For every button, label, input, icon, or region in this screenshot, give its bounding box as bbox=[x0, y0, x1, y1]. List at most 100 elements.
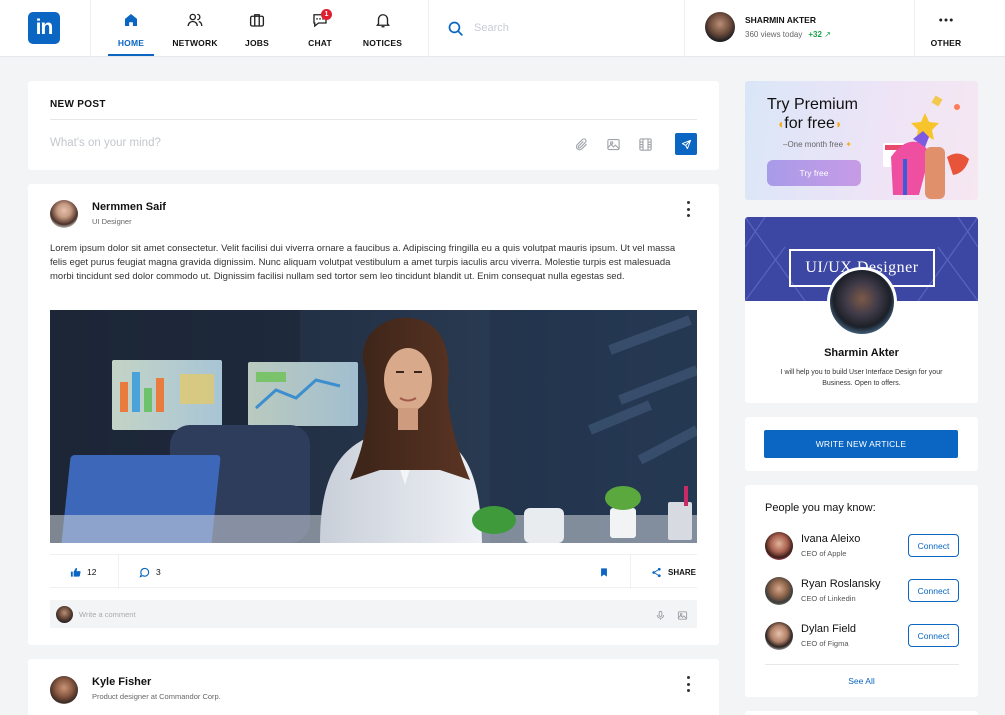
list-item: Ivana Aleixo CEO of Apple Connect bbox=[765, 531, 959, 561]
premium-subtitle: –One month free ✦ bbox=[783, 140, 852, 149]
post-author-name[interactable]: Kyle Fisher bbox=[92, 676, 221, 688]
nav-home[interactable]: HOME bbox=[108, 0, 154, 57]
post-author-role: Product designer at Commandor Corp. bbox=[92, 692, 221, 701]
list-item: Ryan Roslansky CEO of Linkedin Connect bbox=[765, 576, 959, 606]
post-card: Nermmen Saif UI Designer Lorem ipsum dol… bbox=[28, 184, 719, 645]
comment-button[interactable]: 3 bbox=[139, 555, 161, 589]
nav-other[interactable]: OTHER bbox=[930, 0, 962, 57]
person-name[interactable]: Dylan Field bbox=[801, 623, 856, 635]
comment-icon bbox=[139, 567, 150, 578]
post-author-avatar[interactable] bbox=[50, 676, 78, 704]
person-avatar[interactable] bbox=[765, 577, 793, 605]
connect-button[interactable]: Connect bbox=[908, 579, 959, 602]
more-horizontal-icon bbox=[939, 18, 953, 22]
profile-name[interactable]: Sharmin Akter bbox=[745, 347, 978, 359]
chat-badge: 1 bbox=[321, 9, 332, 20]
save-button[interactable] bbox=[599, 555, 609, 589]
nav-jobs[interactable]: JOBS bbox=[240, 0, 274, 57]
image-icon bbox=[606, 138, 620, 150]
divider bbox=[50, 119, 697, 120]
premium-illustration bbox=[883, 95, 969, 199]
views-text: 360 views today bbox=[745, 30, 803, 39]
divider bbox=[765, 664, 959, 665]
write-new-article-button[interactable]: WRITE NEW ARTICLE bbox=[764, 430, 958, 458]
post-body-text: Lorem ipsum dolor sit amet consectetur. … bbox=[50, 243, 676, 282]
commenter-avatar bbox=[56, 605, 73, 623]
new-post-input[interactable] bbox=[50, 137, 450, 149]
bookmark-icon bbox=[601, 567, 607, 577]
nav-network[interactable]: NETWORK bbox=[172, 0, 218, 57]
nav-chat-label: CHAT bbox=[308, 38, 332, 48]
premium-title-line2: for free bbox=[784, 115, 835, 132]
connect-button[interactable]: Connect bbox=[908, 624, 959, 647]
new-post-card: NEW POST bbox=[28, 81, 719, 170]
sparkle-icon: ✦ bbox=[845, 140, 852, 149]
user-avatar[interactable] bbox=[705, 12, 735, 42]
person-name[interactable]: Ryan Roslansky bbox=[801, 578, 880, 590]
search-icon[interactable] bbox=[447, 20, 464, 37]
like-count: 12 bbox=[87, 567, 97, 577]
nav-network-label: NETWORK bbox=[172, 38, 218, 48]
post-author: Kyle Fisher Product designer at Commando… bbox=[92, 676, 221, 701]
person-role: CEO of Figma bbox=[801, 639, 849, 648]
divider bbox=[428, 0, 429, 57]
send-post-button[interactable] bbox=[675, 133, 697, 155]
paperclip-icon bbox=[575, 137, 587, 150]
post-author: Nermmen Saif UI Designer bbox=[92, 201, 166, 226]
post-image[interactable] bbox=[50, 310, 697, 543]
comment-input[interactable] bbox=[79, 609, 599, 619]
moon-icon: ◗ bbox=[834, 117, 843, 131]
nav-home-label: HOME bbox=[117, 38, 145, 48]
comment-image-button[interactable] bbox=[677, 608, 688, 626]
connect-button[interactable]: Connect bbox=[908, 534, 959, 557]
divider bbox=[118, 555, 119, 589]
share-button[interactable]: SHARE bbox=[651, 555, 696, 589]
post-card: Kyle Fisher Product designer at Commando… bbox=[28, 659, 719, 715]
trend-up-icon: ↗ bbox=[824, 30, 831, 39]
user-name: SHARMIN AKTER bbox=[745, 15, 816, 25]
see-all-link[interactable]: See All bbox=[745, 676, 978, 686]
voice-comment-button[interactable] bbox=[655, 608, 666, 626]
premium-title: Try Premium ◖for free◗ bbox=[767, 95, 858, 134]
person-avatar[interactable] bbox=[765, 532, 793, 560]
person-name[interactable]: Ivana Aleixo bbox=[801, 533, 860, 545]
user-summary[interactable]: SHARMIN AKTER 360 views today +32 ↗ bbox=[705, 12, 831, 42]
person-avatar[interactable] bbox=[765, 622, 793, 650]
next-card bbox=[745, 711, 978, 715]
premium-sub-text: One month free bbox=[787, 140, 844, 149]
search-input[interactable] bbox=[474, 22, 654, 34]
post-menu-button[interactable] bbox=[685, 201, 691, 217]
post-author-avatar[interactable] bbox=[50, 200, 78, 228]
pymk-title: People you may know: bbox=[765, 502, 876, 514]
share-icon bbox=[652, 567, 661, 577]
profile-card: UI/UX Designer Sharmin Akter I will help… bbox=[745, 217, 978, 403]
post-author-name[interactable]: Nermmen Saif bbox=[92, 201, 166, 213]
divider bbox=[630, 555, 631, 589]
new-post-title: NEW POST bbox=[50, 99, 106, 110]
person-role: CEO of Apple bbox=[801, 549, 847, 558]
linkedin-logo[interactable]: in bbox=[28, 12, 60, 44]
try-free-button[interactable]: Try free bbox=[767, 160, 861, 186]
add-image-button[interactable] bbox=[605, 136, 621, 152]
post-actions-bar: 12 3 SHARE bbox=[50, 554, 697, 589]
profile-avatar[interactable] bbox=[827, 267, 897, 337]
film-icon bbox=[638, 137, 652, 151]
comment-composer bbox=[50, 600, 697, 628]
nav-other-label: OTHER bbox=[930, 38, 962, 48]
like-button[interactable]: 12 bbox=[70, 555, 96, 589]
nav-chat[interactable]: 1 CHAT bbox=[303, 0, 337, 57]
office-photo bbox=[50, 310, 697, 543]
post-author-role: UI Designer bbox=[92, 217, 132, 226]
briefcase-icon bbox=[249, 14, 265, 27]
search-bar bbox=[447, 17, 667, 39]
comment-count: 3 bbox=[156, 567, 161, 577]
attach-button[interactable] bbox=[573, 136, 589, 152]
person-role: CEO of Linkedin bbox=[801, 594, 856, 603]
add-video-button[interactable] bbox=[637, 136, 653, 152]
people-icon bbox=[187, 13, 203, 27]
divider bbox=[684, 0, 685, 57]
thumbs-up-icon bbox=[70, 567, 81, 577]
post-menu-button[interactable] bbox=[685, 676, 691, 692]
nav-notices[interactable]: NOTICES bbox=[362, 0, 403, 57]
logo-text: in bbox=[35, 16, 54, 39]
